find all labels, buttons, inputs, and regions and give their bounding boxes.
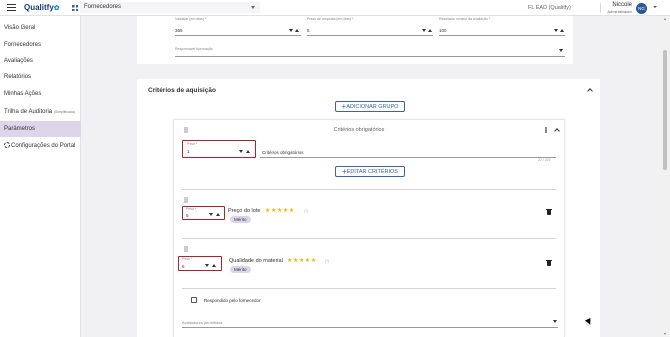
divider (182, 288, 556, 289)
stepper-down-icon[interactable] (554, 29, 558, 32)
top-bar: Qualitfy✿ Fornecedores FL EAD (Qualitfy)… (0, 0, 670, 16)
sidebar-item-minhas-acoes[interactable]: Minhas Ações (0, 86, 81, 102)
collapse-group-icon[interactable] (554, 128, 560, 134)
min-score-underline (439, 35, 565, 36)
answered-by-supplier-label: Respondido pelo fornecedor (204, 298, 261, 303)
scroll-down-icon[interactable] (664, 333, 666, 335)
approval-responsible-underline (175, 56, 565, 57)
criterion-weight-field[interactable]: Peso * 5 (182, 206, 225, 220)
add-group-button[interactable]: +ADICIONAR GRUPO (335, 101, 405, 112)
stepper-down-icon[interactable] (422, 29, 426, 32)
collapse-section-icon[interactable] (587, 88, 593, 94)
sidebar: Visão Geral Fornecedores Avaliações Rela… (0, 16, 81, 337)
sidebar-item-parametros[interactable]: Parâmetros (0, 121, 81, 137)
delete-icon[interactable] (546, 259, 552, 266)
weight-label: Peso * (186, 207, 197, 211)
scroll-up-icon[interactable] (664, 18, 666, 20)
menu-icon[interactable] (7, 4, 16, 11)
help-icon[interactable]: (?) (325, 259, 329, 263)
allowed-evaluators-select[interactable]: Avaliadores permitidos (182, 320, 222, 325)
edit-criteria-button[interactable]: +EDITAR CRITÉRIOS (335, 166, 405, 177)
avatar[interactable]: NG (636, 3, 647, 14)
stepper-up-icon[interactable] (216, 213, 220, 216)
sidebar-item-configuracoes-portal[interactable]: Configurações do Portal (0, 138, 81, 154)
weight-label: Peso * (182, 257, 193, 261)
star-rating: ★★★★★ (287, 258, 317, 264)
chevron-down-icon[interactable] (251, 6, 255, 9)
sidebar-item-fornecedores[interactable]: Fornecedores (0, 37, 81, 53)
app-logo[interactable]: Qualitfy✿ (24, 3, 60, 12)
help-icon[interactable]: (?) (304, 209, 308, 213)
user-name: Niccole (612, 2, 632, 8)
weight-label: Peso * (187, 142, 198, 146)
criteria-group-card: Critérios obrigatórios Peso * 1 Critério… (173, 119, 565, 337)
group-name-counter: 22 / 200 (538, 158, 551, 162)
sidebar-item-visao-geral[interactable]: Visão Geral (0, 20, 81, 36)
stepper-down-icon[interactable] (289, 29, 293, 32)
weight-value: 5 (182, 264, 185, 269)
min-score-input[interactable]: 100 (439, 28, 447, 33)
group-title: Critérios obrigatórios (333, 127, 385, 133)
star-rating: ★★★★★ (265, 208, 295, 214)
params-card: Validade (em dias) * 365 Prazo de respos… (137, 16, 573, 64)
scrollbar-thumb[interactable] (663, 50, 667, 170)
allowed-evaluators-underline (182, 327, 558, 328)
weight-value: 5 (186, 213, 189, 218)
criteria-section-title: Critérios de aquisição (148, 87, 216, 94)
stepper-up-icon[interactable] (212, 264, 216, 267)
user-menu-chevron-icon[interactable] (653, 6, 657, 8)
sidebar-item-avaliacoes[interactable]: Avaliações (0, 53, 81, 69)
chevron-down-icon[interactable] (553, 320, 557, 323)
sidebar-item-trilha-auditoria[interactable]: Trilha de Auditoria (Simplificada) (0, 104, 81, 120)
criterion-name: Preço do lote (228, 208, 261, 214)
validity-underline (175, 35, 301, 36)
group-name-underline (260, 157, 556, 158)
divider (600, 3, 601, 13)
min-score-label: Resultado mínimo da avaliação * (439, 17, 491, 21)
module-label: Fornecedores (84, 4, 122, 10)
delete-icon[interactable] (546, 208, 552, 215)
criterion-name: Qualidade do material (229, 258, 283, 264)
module-grid-icon (72, 5, 78, 11)
criterion-type-chip: Mérito (230, 266, 251, 273)
weight-value: 1 (187, 149, 190, 154)
drag-handle-icon[interactable] (184, 197, 188, 203)
stepper-up-icon[interactable] (246, 150, 250, 153)
answered-by-supplier-checkbox[interactable] (191, 297, 197, 303)
stepper-up-icon[interactable] (295, 29, 299, 32)
divider (182, 238, 556, 239)
stepper-up-icon[interactable] (428, 29, 432, 32)
criteria-section-card: Critérios de aquisição +ADICIONAR GRUPO … (137, 79, 600, 337)
validity-label: Validade (em dias) * (175, 17, 207, 21)
criterion-weight-field[interactable]: Peso * 5 (178, 256, 222, 271)
stepper-down-icon[interactable] (205, 264, 209, 267)
group-weight-field[interactable]: Peso * 1 (182, 140, 256, 158)
group-name-input[interactable]: Critérios obrigatórios (262, 150, 304, 155)
sidebar-item-relatorios[interactable]: Relatórios (0, 69, 81, 85)
stepper-down-icon[interactable] (209, 213, 213, 216)
stepper-up-icon[interactable] (560, 29, 564, 32)
divider (182, 189, 556, 190)
validity-input[interactable]: 365 (175, 28, 183, 33)
gear-icon (4, 142, 10, 148)
approval-responsible-select[interactable]: Responsável Aprovação (175, 47, 213, 51)
response-deadline-underline (307, 35, 433, 36)
company-name[interactable]: FL EAD (Qualitfy) (528, 5, 571, 11)
criterion-type-chip: Mérito (230, 216, 251, 223)
chevron-down-icon[interactable] (559, 49, 563, 52)
response-deadline-input[interactable]: 5 (307, 28, 310, 33)
user-role: Administrador (607, 9, 632, 14)
page-scrollbar[interactable] (661, 16, 670, 337)
more-options-icon[interactable] (545, 127, 547, 133)
response-deadline-label: Prazo de resposta (em dias) * (307, 17, 354, 21)
drag-handle-icon[interactable] (184, 246, 188, 252)
stepper-down-icon[interactable] (239, 150, 243, 153)
